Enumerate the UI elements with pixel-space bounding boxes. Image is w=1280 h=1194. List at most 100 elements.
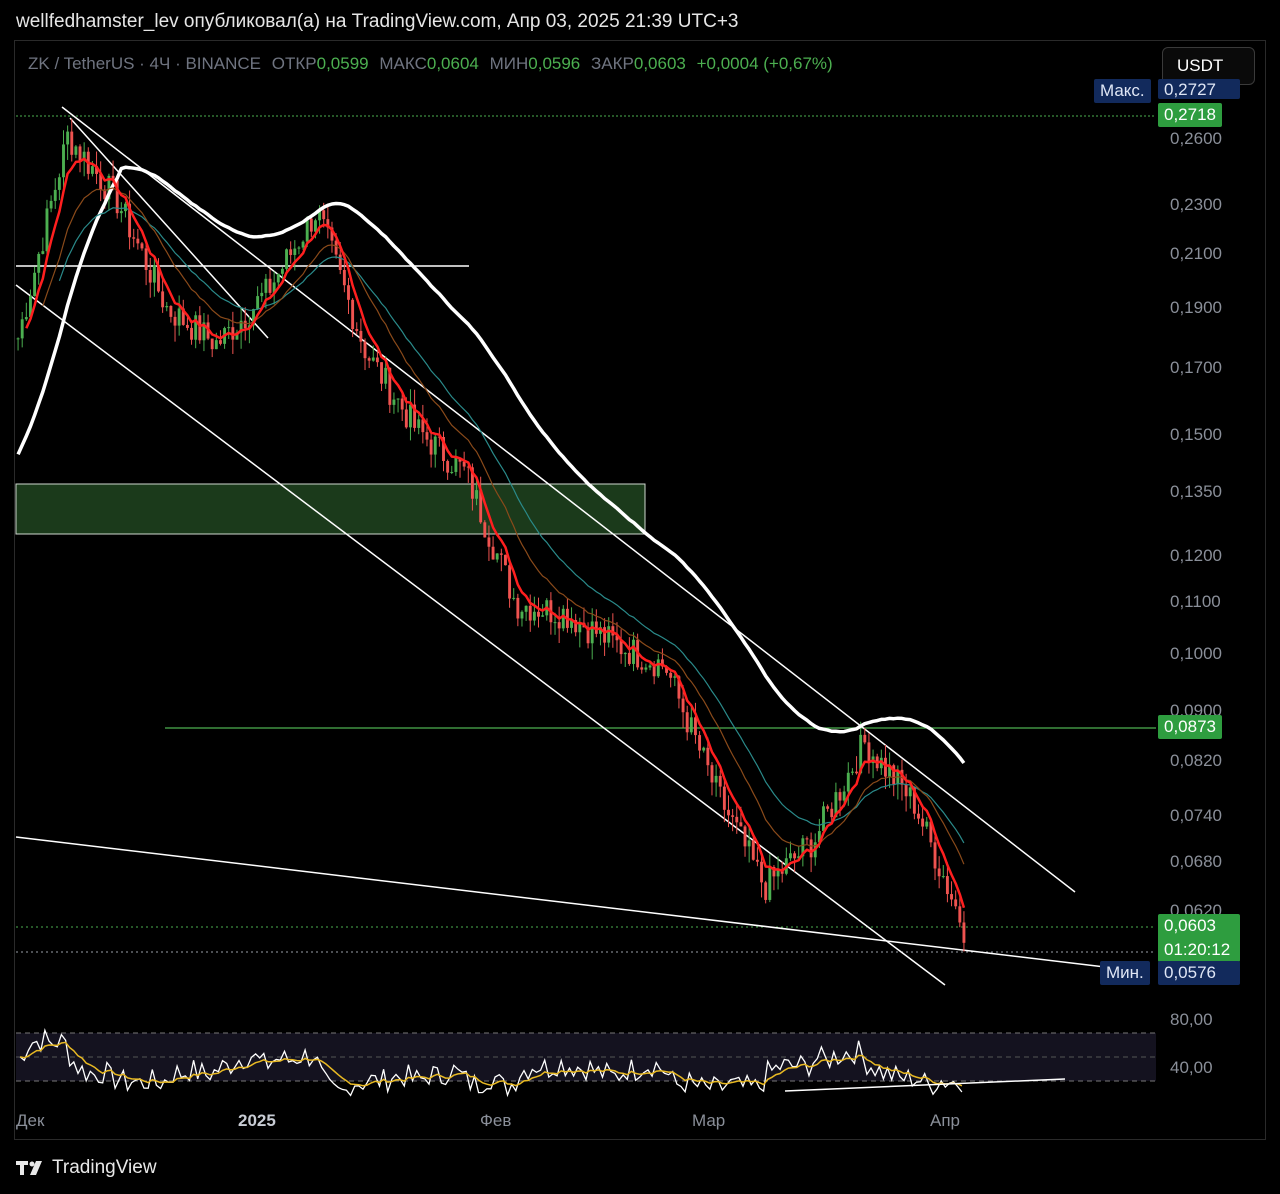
candle-body (921, 818, 925, 827)
candle-body (962, 922, 966, 943)
open-label: ОТКР (271, 54, 317, 73)
candle-body (483, 522, 487, 538)
candle-body (933, 842, 937, 869)
candle-body (937, 868, 941, 877)
max-label-tag: Макс. (1094, 79, 1151, 103)
candle-body (45, 208, 49, 252)
candle-body (710, 765, 714, 783)
open-value: 0,0599 (316, 54, 369, 73)
candle-body (714, 775, 718, 783)
price-axis-label: 0,1350 (1170, 482, 1222, 502)
candle-body (945, 876, 949, 895)
tradingview-brand[interactable]: TradingView (16, 1157, 157, 1179)
candle-body (768, 867, 772, 900)
candle-body (673, 676, 677, 678)
close-label: ЗАКР (591, 54, 634, 73)
candle-body (553, 622, 557, 624)
candle-body (264, 278, 268, 293)
slow-moving-average (16, 165, 966, 765)
candle-body (433, 436, 437, 455)
last-price-tag: 0,0603 01:20:12 (1158, 914, 1240, 962)
candle-body (285, 249, 288, 269)
candle-body (793, 853, 797, 859)
channel-bottom-line (15, 284, 946, 986)
candle-body (512, 597, 516, 599)
candle-body (227, 327, 231, 329)
candle-body (830, 808, 834, 818)
candle-body (504, 554, 507, 566)
last-price-value: 0,0603 (1164, 916, 1216, 935)
candle-body (743, 826, 747, 847)
close-value: 0,0603 (633, 54, 686, 73)
candle-body (656, 659, 660, 677)
high-label: МАКС (379, 54, 427, 73)
time-label-dec: Дек (16, 1111, 45, 1130)
candle-body (190, 327, 193, 340)
candle-body (280, 268, 284, 274)
candle-body (210, 338, 214, 350)
price-chart[interactable] (0, 0, 1280, 1194)
rsi-axis-40: 40,00 (1170, 1058, 1213, 1077)
small-trend-line (69, 117, 269, 339)
candle-body (528, 605, 532, 621)
candle-body (524, 605, 528, 612)
candle-body (301, 241, 305, 248)
candle-body (846, 772, 850, 792)
candle-body (718, 775, 722, 787)
candle-body (49, 200, 53, 209)
candle-body (314, 220, 317, 232)
candle-body (194, 315, 198, 340)
candle-body (557, 622, 561, 629)
candle-body (148, 270, 152, 283)
candle-body (842, 791, 846, 801)
candle-body (367, 358, 371, 361)
demand-zone (15, 483, 646, 535)
candle-body (359, 330, 363, 342)
candle-body (119, 211, 123, 214)
candle-body (954, 899, 958, 907)
candle-body (293, 248, 297, 255)
candle-body (355, 329, 359, 331)
candle-body (351, 299, 355, 330)
candle-body (495, 553, 499, 560)
change-value: +0,0004 (+0,67%) (696, 54, 833, 73)
candle-body (735, 816, 739, 823)
candle-body (16, 338, 20, 340)
candle-body (908, 787, 912, 797)
candle-body (760, 861, 763, 883)
candle-body (917, 813, 920, 819)
price-axis-label: 0,0820 (1170, 750, 1222, 770)
candle-body (755, 859, 759, 862)
symbol-legend: ZK / TetherUS · 4Ч · BINANCE ОТКР0,0599 … (28, 54, 833, 74)
candle-body (425, 432, 429, 440)
candle-body (185, 324, 189, 328)
candle-body (727, 809, 730, 816)
candle-body (400, 398, 404, 410)
candle-body (623, 652, 627, 655)
candle-body (648, 665, 652, 668)
candle-body (751, 840, 755, 860)
price-axis-label: 0,1200 (1170, 545, 1222, 565)
candle-body (532, 611, 536, 621)
candle-body (417, 419, 421, 428)
candle-body (429, 439, 433, 455)
candle-body (70, 131, 74, 155)
price-axis-label: 0,1100 (1170, 592, 1221, 612)
candle-body (140, 243, 144, 249)
candle-body (603, 627, 607, 643)
price-axis-label: 0,0680 (1170, 851, 1222, 871)
candle-body (53, 189, 57, 201)
candle-body (884, 757, 887, 777)
candle-body (652, 665, 656, 677)
candle-body (342, 269, 346, 286)
candle-body (90, 166, 94, 174)
candle-body (669, 672, 673, 678)
candle-body (165, 305, 169, 308)
candle-body (454, 457, 458, 472)
candle-body (822, 806, 825, 832)
candle-body (698, 735, 702, 751)
candle-body (144, 248, 148, 271)
candle-body (640, 667, 644, 670)
time-label-mar: Мар (692, 1111, 726, 1130)
brand-name: TradingView (52, 1157, 157, 1178)
